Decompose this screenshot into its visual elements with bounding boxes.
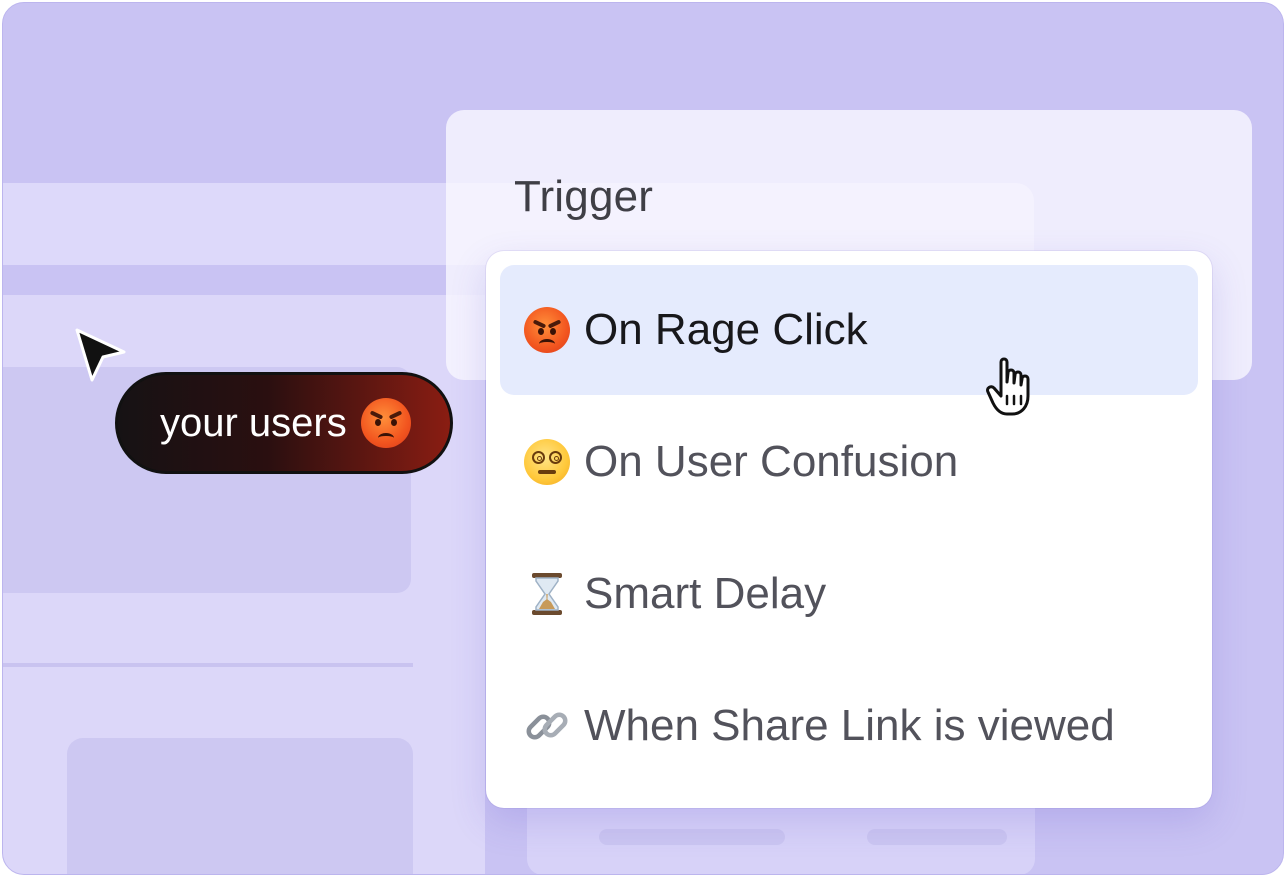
dropdown-item-on-rage-click[interactable]: On Rage Click (500, 265, 1198, 395)
dropdown-item-on-user-confusion[interactable]: On User Confusion (500, 397, 1198, 527)
arrow-pointer-cursor-icon (75, 328, 126, 382)
background-pill (867, 829, 1007, 845)
dropdown-item-label: On User Confusion (584, 437, 959, 486)
dizzy-face-icon (524, 439, 570, 485)
angry-face-icon (360, 398, 411, 448)
user-tag-label: your users (160, 400, 347, 445)
dropdown-item-smart-delay[interactable]: Smart Delay (500, 529, 1198, 659)
trigger-dropdown-menu: On Rage Click On User Confusion Smart De… (486, 251, 1212, 808)
background-card (67, 738, 413, 874)
hourglass-icon (524, 571, 570, 617)
trigger-label: Trigger (514, 172, 654, 221)
background-pill (599, 829, 785, 845)
angry-face-icon (524, 307, 570, 353)
background-divider (3, 663, 413, 667)
hand-pointer-cursor-icon (986, 357, 1030, 416)
dropdown-item-when-share-link-viewed[interactable]: When Share Link is viewed (500, 661, 1198, 791)
dropdown-item-label: Smart Delay (584, 569, 827, 618)
dropdown-item-label: When Share Link is viewed (584, 701, 1115, 750)
dropdown-item-label: On Rage Click (584, 305, 868, 354)
user-tag-badge: your users (115, 372, 453, 474)
link-icon (524, 703, 570, 749)
